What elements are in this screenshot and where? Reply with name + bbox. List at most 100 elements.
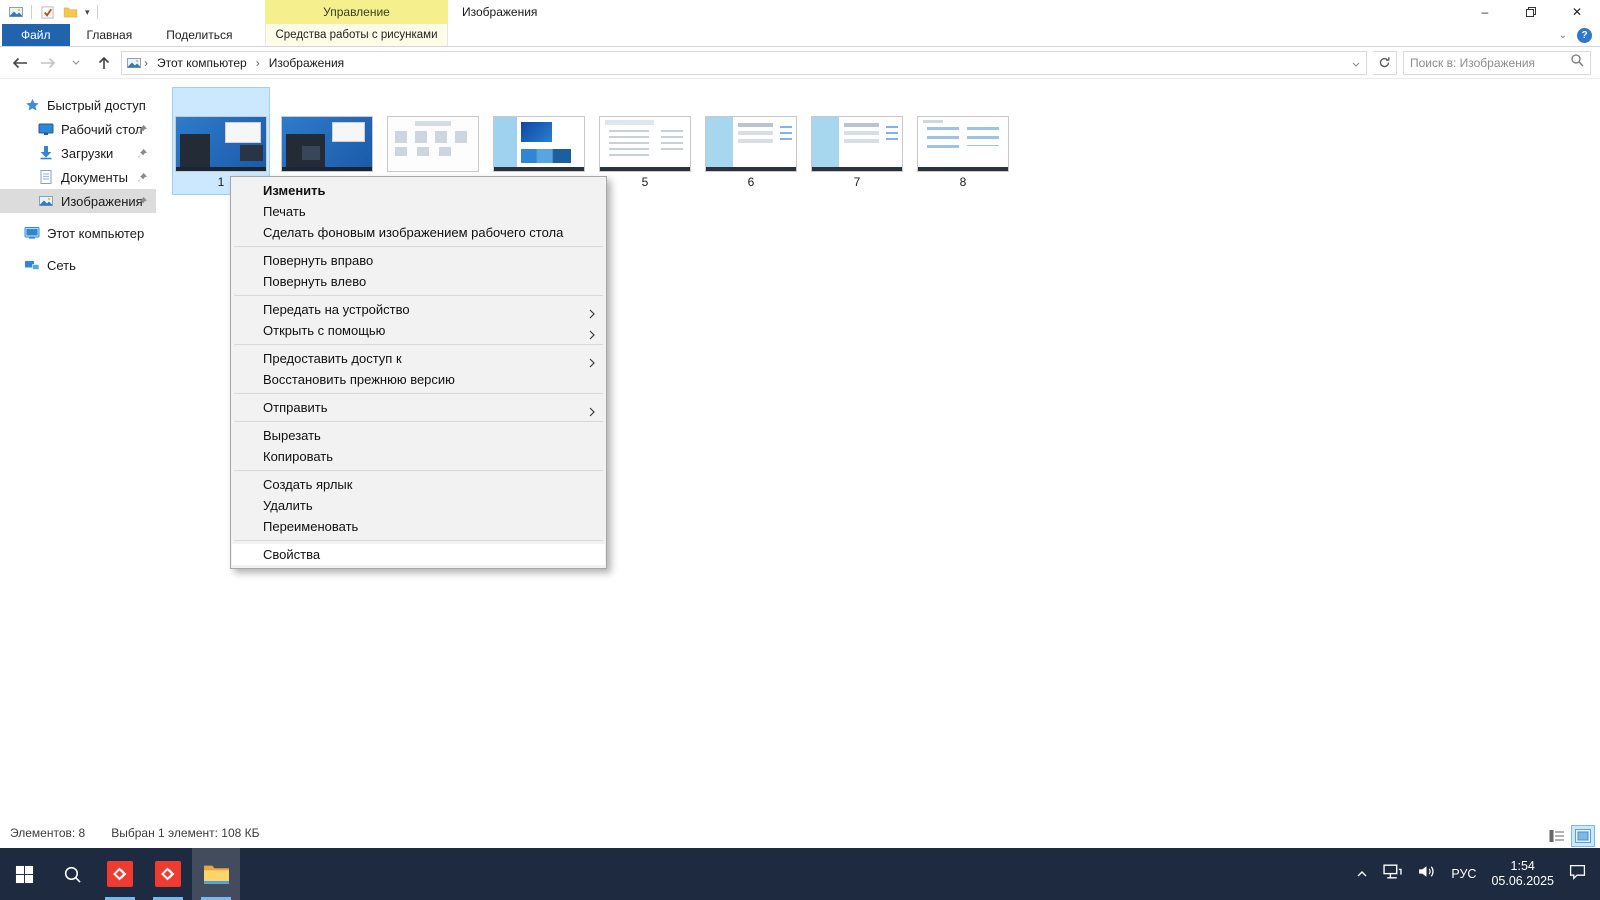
- menu-item-label: Открыть с помощью: [263, 323, 385, 338]
- properties-check-icon[interactable]: [39, 4, 55, 20]
- thumbnail-detail: [706, 117, 733, 167]
- clock-time: 1:54: [1491, 859, 1554, 874]
- file-item-7[interactable]: 7: [808, 87, 906, 195]
- sidebar-item-downloads[interactable]: Загрузки: [0, 141, 156, 165]
- clock[interactable]: 1:54 05.06.2025: [1491, 859, 1554, 889]
- sidebar-item-documents[interactable]: Документы: [0, 165, 156, 189]
- thumbnail-detail: [923, 120, 943, 123]
- view-toggles: [1546, 826, 1594, 846]
- context-menu-item[interactable]: Передать на устройство: [232, 299, 605, 320]
- forward-icon[interactable]: [37, 51, 59, 75]
- minimize-button[interactable]: –: [1462, 0, 1508, 24]
- network-icon[interactable]: [1383, 864, 1402, 884]
- close-button[interactable]: ✕: [1554, 0, 1600, 24]
- clock-date: 05.06.2025: [1491, 874, 1554, 889]
- sidebar-item-network[interactable]: Сеть: [0, 253, 156, 277]
- pictures-icon: [38, 193, 54, 209]
- sidebar-item-this-pc[interactable]: Этот компьютер: [0, 221, 156, 245]
- back-icon[interactable]: [9, 51, 31, 75]
- context-menu-item[interactable]: Восстановить прежнюю версию: [232, 369, 605, 390]
- up-icon[interactable]: [93, 51, 115, 75]
- sidebar-item-pictures[interactable]: Изображения: [0, 189, 156, 213]
- file-item-6[interactable]: 6: [702, 87, 800, 195]
- tab-home[interactable]: Главная: [70, 24, 150, 46]
- thumbnail-detail: [521, 122, 552, 143]
- sidebar-item-quick-access[interactable]: Быстрый доступ: [0, 93, 156, 117]
- context-menu-item[interactable]: Создать ярлык: [232, 474, 605, 495]
- context-menu-item[interactable]: Изменить: [232, 180, 605, 201]
- context-menu-item[interactable]: Переименовать: [232, 516, 605, 537]
- menu-item-label: Передать на устройство: [263, 302, 410, 317]
- restore-button[interactable]: [1508, 0, 1554, 24]
- expand-ribbon-icon[interactable]: ⌄: [1559, 30, 1567, 41]
- address-dropdown-caret-icon[interactable]: [1352, 56, 1360, 70]
- sidebar-item-desktop[interactable]: Рабочий стол: [0, 117, 156, 141]
- taskbar-explorer-icon[interactable]: [192, 848, 240, 900]
- action-center-icon[interactable]: [1569, 864, 1586, 885]
- desktop-icon: [38, 121, 54, 137]
- star-icon: [24, 97, 40, 113]
- language-indicator[interactable]: РУС: [1451, 867, 1476, 881]
- thumbnail-detail: [609, 130, 649, 158]
- thumbnail-detail: [738, 123, 772, 127]
- thumbnail-detail: [240, 145, 263, 161]
- taskbar-app-red-2-icon[interactable]: [144, 848, 192, 900]
- menu-item-label: Удалить: [263, 498, 313, 513]
- file-item-5[interactable]: 5: [596, 87, 694, 195]
- window-title: Изображения: [462, 0, 537, 24]
- tray-chevron-up-icon[interactable]: [1356, 865, 1368, 883]
- context-menu-item[interactable]: Сделать фоновым изображением рабочего ст…: [232, 222, 605, 243]
- file-label: 7: [854, 174, 861, 191]
- context-menu-item[interactable]: Печать: [232, 201, 605, 222]
- window-controls: – ✕: [1462, 0, 1600, 24]
- download-icon: [38, 145, 54, 161]
- address-bar[interactable]: › Этот компьютер › Изображения: [121, 51, 1367, 75]
- context-menu-item[interactable]: Отправить: [232, 397, 605, 418]
- pictures-location-icon: [126, 55, 142, 71]
- menu-item-label: Переименовать: [263, 519, 358, 534]
- context-menu-item[interactable]: Повернуть вправо: [232, 250, 605, 271]
- address-row: › Этот компьютер › Изображения: [0, 47, 1600, 79]
- tab-file[interactable]: Файл: [2, 24, 70, 46]
- thumbnail-detail: [180, 134, 211, 167]
- context-menu-item[interactable]: Открыть с помощью: [232, 320, 605, 341]
- menu-item-label: Копировать: [263, 449, 333, 464]
- details-view-icon[interactable]: [1546, 826, 1568, 846]
- system-tray: РУС 1:54 05.06.2025: [1356, 859, 1600, 889]
- quick-access-toolbar: ▾: [0, 0, 98, 24]
- help-icon[interactable]: ?: [1577, 28, 1592, 43]
- context-menu-item[interactable]: Удалить: [232, 495, 605, 516]
- ribbon-right-controls: ⌄ ?: [1559, 24, 1592, 46]
- file-thumbnail: [705, 116, 797, 172]
- file-thumbnail: [387, 116, 479, 172]
- context-menu-item[interactable]: Свойства: [232, 544, 605, 565]
- breadcrumb-separator: ›: [142, 56, 150, 70]
- menu-separator: [234, 470, 603, 471]
- taskbar-app-red-1-icon[interactable]: [96, 848, 144, 900]
- context-menu-item[interactable]: Предоставить доступ к: [232, 348, 605, 369]
- volume-icon[interactable]: [1417, 864, 1436, 884]
- breadcrumb-this-pc[interactable]: Этот компьютер: [150, 56, 254, 70]
- tab-share[interactable]: Поделиться: [149, 24, 249, 46]
- file-item-8[interactable]: 8: [914, 87, 1012, 195]
- context-menu-item[interactable]: Копировать: [232, 446, 605, 467]
- context-menu-item[interactable]: Вырезать: [232, 425, 605, 446]
- status-bar: Элементов: 8 Выбран 1 элемент: 108 КБ: [0, 818, 1600, 848]
- search-input[interactable]: [1410, 56, 1566, 70]
- thumbnail-detail: [521, 149, 571, 163]
- breadcrumb-pictures[interactable]: Изображения: [262, 56, 351, 70]
- thumbnail-view-icon[interactable]: [1572, 826, 1594, 846]
- taskbar-search-icon[interactable]: [48, 848, 96, 900]
- search-icon[interactable]: [1570, 53, 1584, 72]
- search-box[interactable]: [1403, 51, 1591, 75]
- context-menu-item[interactable]: Повернуть влево: [232, 271, 605, 292]
- new-folder-icon[interactable]: [62, 4, 78, 20]
- recent-locations-caret-icon[interactable]: [65, 51, 87, 75]
- refresh-icon[interactable]: [1373, 51, 1397, 75]
- start-button[interactable]: [0, 848, 48, 900]
- menu-item-label: Печать: [263, 204, 306, 219]
- customize-qat-caret-icon[interactable]: ▾: [85, 8, 90, 16]
- tab-picture-tools[interactable]: Средства работы с рисунками: [265, 24, 448, 46]
- thumbnail-detail: [494, 117, 517, 167]
- thumbnail-detail: [927, 127, 959, 152]
